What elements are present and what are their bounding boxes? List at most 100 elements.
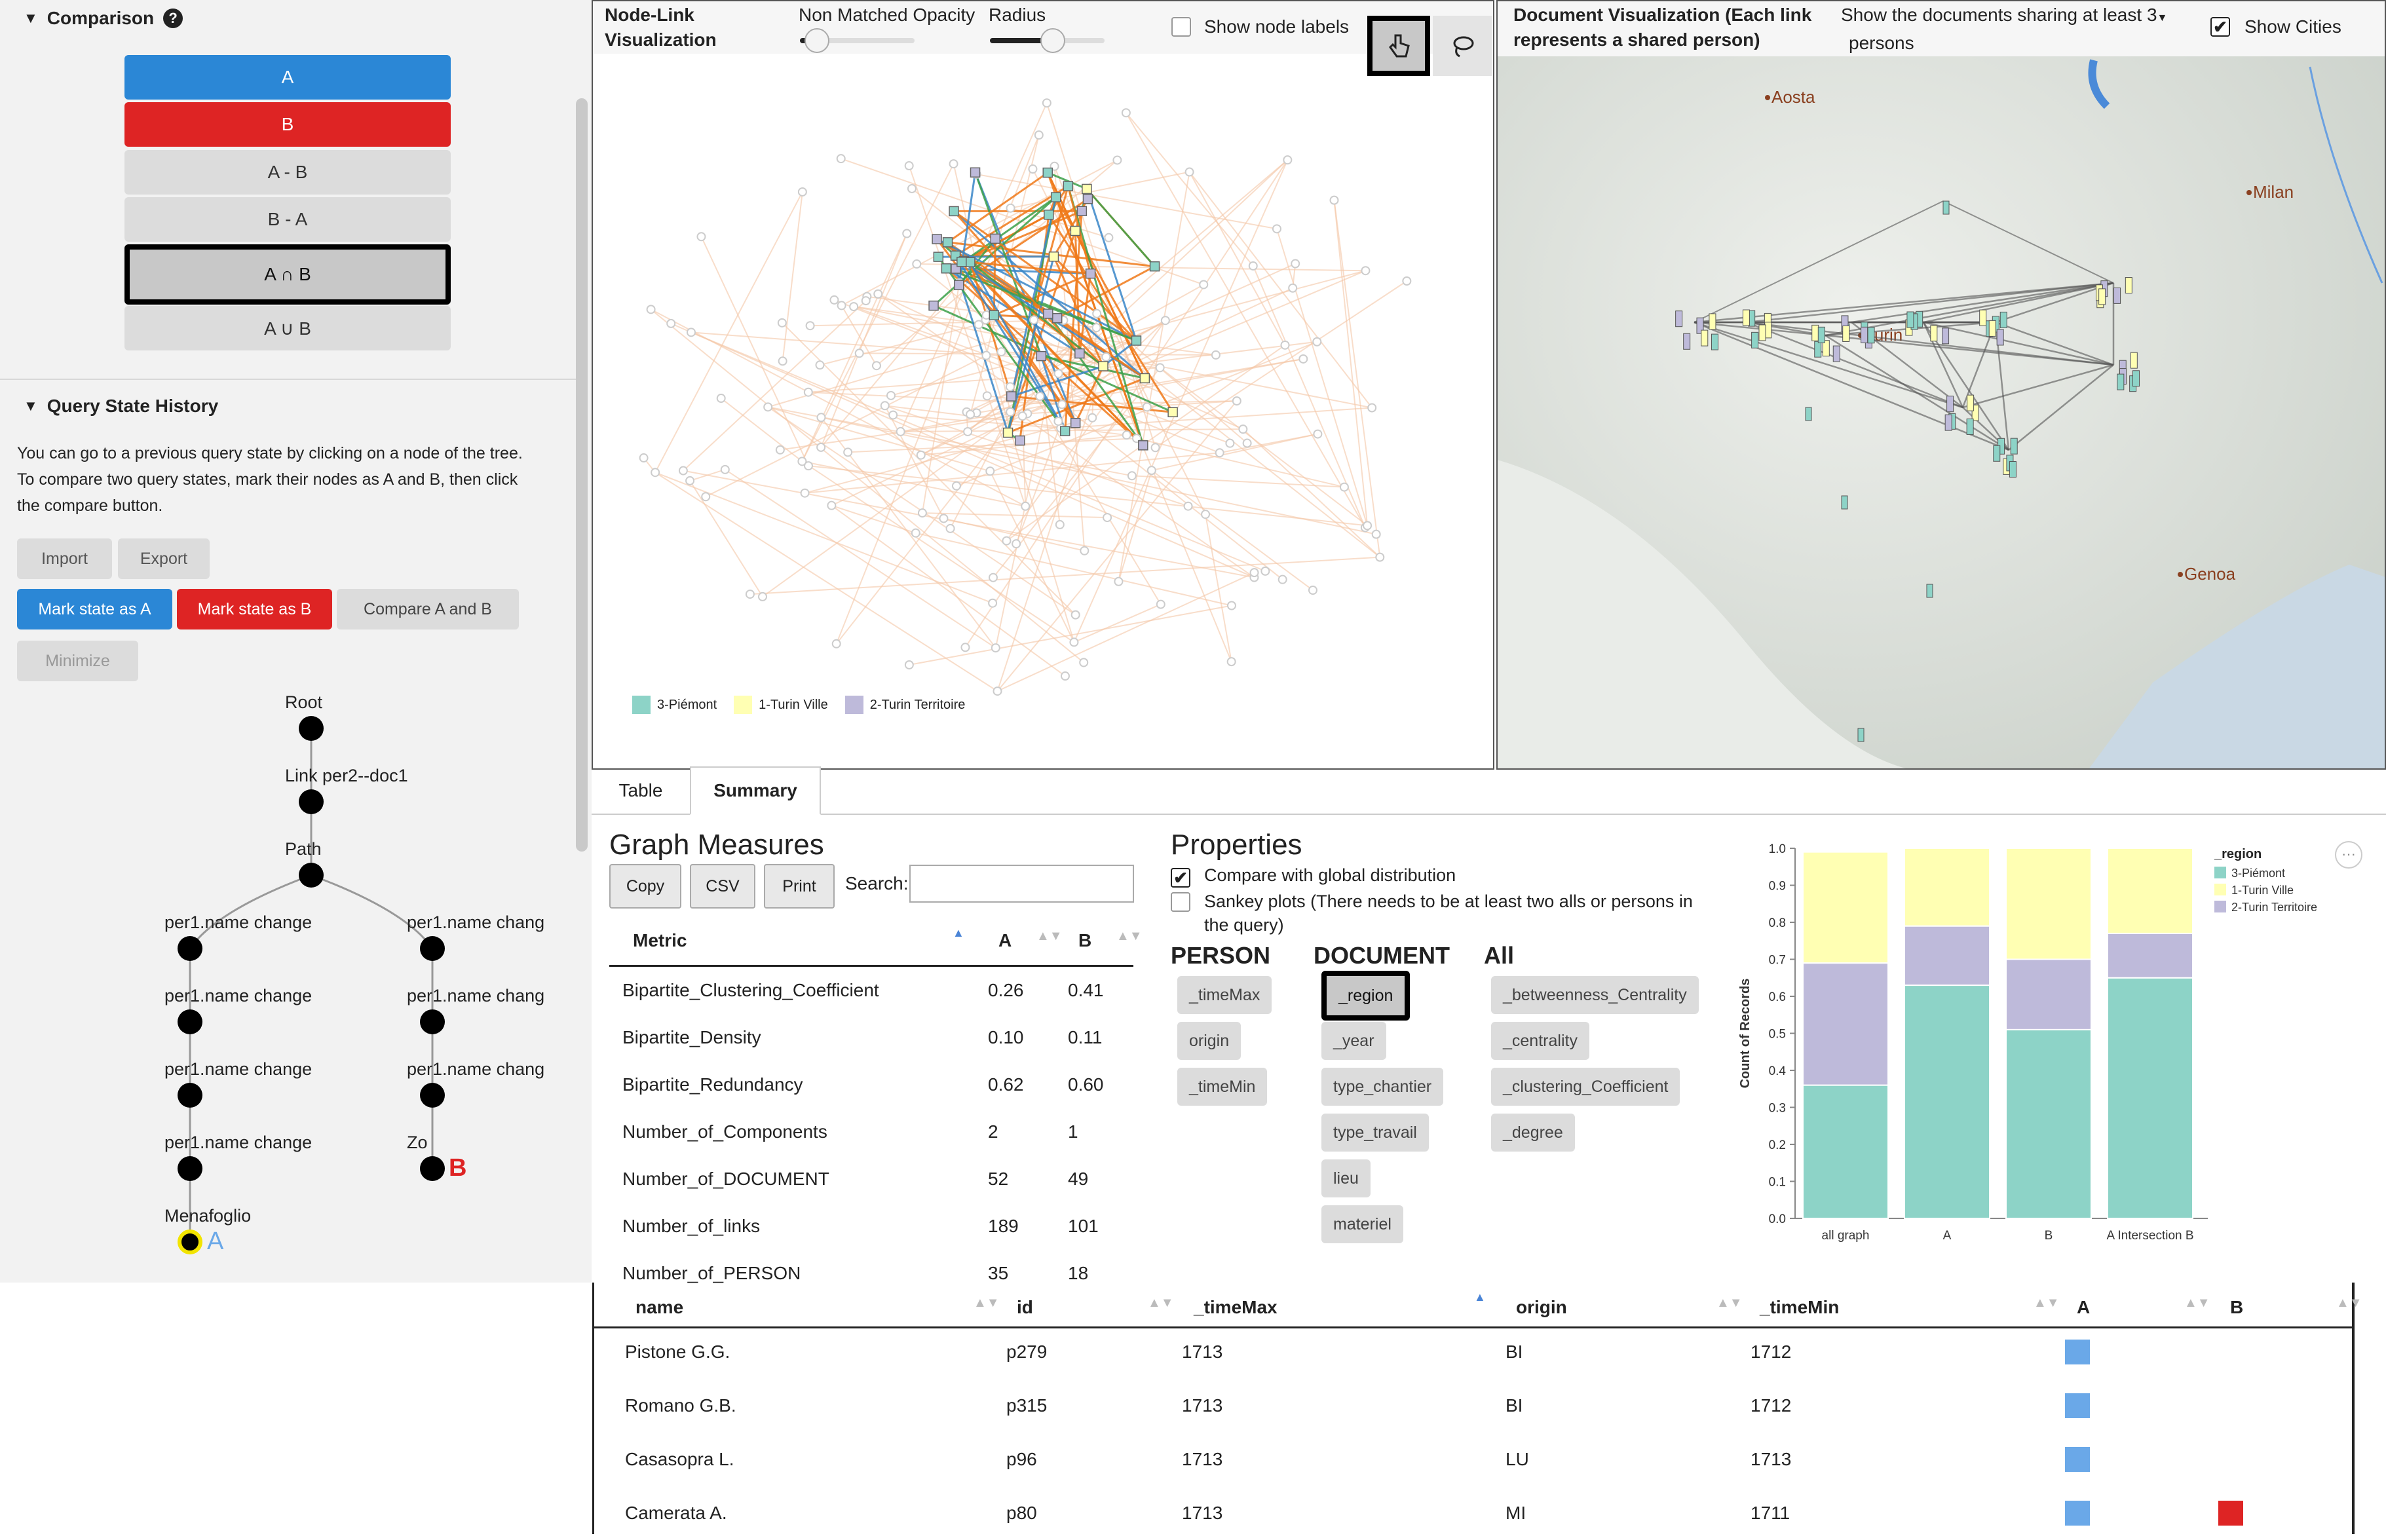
- marker-a-label: A: [207, 1228, 223, 1256]
- sankey-checkbox[interactable]: [1171, 892, 1190, 912]
- document-map[interactable]: AostaMilanTurinGenoa: [1498, 1, 2386, 770]
- col-a[interactable]: A: [2077, 1297, 2090, 1318]
- faded-node: [862, 297, 870, 305]
- show-labels-checkbox[interactable]: [1171, 17, 1191, 37]
- col-a[interactable]: A: [998, 930, 1012, 951]
- col-timemin[interactable]: _timeMin: [1760, 1297, 1839, 1318]
- sort-icon[interactable]: ▲▼: [1716, 1296, 1743, 1311]
- compare-union-button[interactable]: A ∪ B: [124, 306, 451, 350]
- col-name[interactable]: name: [635, 1297, 683, 1318]
- tree-node[interactable]: [420, 1009, 445, 1034]
- faded-node: [989, 599, 996, 607]
- mark-b-button[interactable]: Mark state as B: [177, 589, 332, 629]
- matched-node: [1139, 441, 1148, 450]
- import-button[interactable]: Import: [17, 538, 112, 579]
- tree-node[interactable]: [178, 1083, 202, 1108]
- table-row[interactable]: Casasopra L.p961713LU1713: [592, 1433, 2355, 1486]
- faded-node: [844, 448, 852, 456]
- tree-node-marked-b[interactable]: [420, 1156, 445, 1181]
- tree-node[interactable]: [420, 1083, 445, 1108]
- col-b[interactable]: B: [1078, 930, 1091, 951]
- sort-icon[interactable]: ▲▼: [974, 1296, 1000, 1311]
- minimize-button[interactable]: Minimize: [17, 641, 138, 681]
- property-document-chip[interactable]: type_travail: [1321, 1114, 1429, 1152]
- tree-node-marked-a[interactable]: [178, 1230, 202, 1254]
- comparison-header[interactable]: ▼ Comparison ?: [24, 8, 183, 29]
- property-document-chip[interactable]: materiel: [1321, 1205, 1403, 1243]
- sort-icon[interactable]: ▲▼: [1116, 929, 1143, 944]
- sort-icon[interactable]: ▲▼: [2336, 1296, 2362, 1311]
- sidebar-scrollbar[interactable]: [576, 98, 588, 852]
- city-dot: [2178, 572, 2183, 577]
- document-marker: [1967, 395, 1974, 411]
- sort-icon[interactable]: ▲▼: [1036, 929, 1063, 944]
- sharing-select[interactable]: 3: [2147, 5, 2157, 25]
- faded-node: [805, 462, 812, 470]
- faded-node: [1006, 383, 1014, 390]
- faded-node: [1061, 672, 1069, 680]
- compare-intersection-button[interactable]: A ∩ B: [124, 244, 451, 305]
- compare-a-minus-b-button[interactable]: A - B: [124, 150, 451, 195]
- search-input[interactable]: [909, 865, 1134, 903]
- property-document-chip[interactable]: _year: [1321, 1022, 1386, 1060]
- faded-edge: [848, 438, 1137, 452]
- export-button[interactable]: Export: [118, 538, 210, 579]
- compare-b-minus-a-button[interactable]: B - A: [124, 197, 451, 242]
- tab-summary[interactable]: Summary: [690, 766, 821, 815]
- csv-button[interactable]: CSV: [690, 864, 755, 909]
- faded-node: [1054, 417, 1062, 425]
- property-all-chip[interactable]: _centrality: [1491, 1022, 1589, 1060]
- print-button[interactable]: Print: [764, 864, 835, 909]
- tree-node-path[interactable]: [299, 863, 324, 888]
- sharing-threshold[interactable]: Show the documents sharing at least 3▼ p…: [1841, 3, 2195, 56]
- compare-a-button[interactable]: A: [124, 55, 451, 100]
- history-header[interactable]: ▼ Query State History: [24, 396, 218, 417]
- property-document-chip[interactable]: lieu: [1321, 1159, 1371, 1197]
- col-timemax[interactable]: _timeMax: [1194, 1297, 1278, 1318]
- copy-button[interactable]: Copy: [609, 864, 681, 909]
- table-row[interactable]: Camerata A.p801713MI1711: [592, 1486, 2355, 1540]
- radius-slider-knob[interactable]: [1040, 28, 1065, 53]
- col-origin[interactable]: origin: [1516, 1297, 1567, 1318]
- tree-node[interactable]: [178, 1156, 202, 1181]
- mark-a-button[interactable]: Mark state as A: [17, 589, 172, 629]
- faded-node: [1012, 540, 1020, 548]
- question-circle-icon[interactable]: ?: [163, 9, 183, 28]
- property-all-chip[interactable]: _degree: [1491, 1114, 1575, 1152]
- tree-node[interactable]: [420, 936, 445, 961]
- table-row[interactable]: Romano G.B.p3151713BI1712: [592, 1379, 2355, 1433]
- compare-global-checkbox[interactable]: ✔: [1171, 868, 1190, 888]
- cell-timemin: 1713: [1751, 1449, 1791, 1470]
- tab-table[interactable]: Table: [592, 766, 690, 815]
- compare-b-button[interactable]: B: [124, 102, 451, 147]
- tree-node-link[interactable]: [299, 789, 324, 814]
- property-document-chip[interactable]: _region: [1321, 971, 1410, 1021]
- faded-node: [1072, 611, 1080, 619]
- tree-node[interactable]: [178, 1009, 202, 1034]
- sort-asc-icon[interactable]: ▲: [953, 926, 964, 940]
- opacity-slider-knob[interactable]: [805, 28, 829, 53]
- faded-node: [647, 305, 655, 313]
- matched-node: [966, 257, 975, 267]
- compare-a-b-button[interactable]: Compare A and B: [337, 589, 519, 629]
- tree-node-root[interactable]: [299, 716, 324, 741]
- col-id[interactable]: id: [1017, 1297, 1033, 1318]
- property-document-chip[interactable]: type_chantier: [1321, 1068, 1443, 1106]
- faded-node: [817, 443, 825, 451]
- property-all-chip[interactable]: _betweenness_Centrality: [1491, 976, 1699, 1014]
- property-all-chip[interactable]: _clustering_Coefficient: [1491, 1068, 1680, 1106]
- property-person-chip[interactable]: _timeMax: [1177, 976, 1272, 1014]
- node-link-graph[interactable]: [593, 54, 1493, 768]
- property-person-chip[interactable]: origin: [1177, 1022, 1241, 1060]
- sort-icon[interactable]: ▲▼: [2034, 1296, 2060, 1311]
- col-metric[interactable]: Metric: [633, 930, 687, 951]
- col-b[interactable]: B: [2230, 1297, 2243, 1318]
- tree-node[interactable]: [178, 936, 202, 961]
- sort-icon[interactable]: ▲▼: [1148, 1296, 1174, 1311]
- table-row[interactable]: Pistone G.G.p2791713BI1712: [592, 1325, 2355, 1379]
- metric-name: Number_of_Components: [622, 1121, 827, 1142]
- show-cities-checkbox[interactable]: ✔: [2210, 17, 2230, 37]
- sort-icon[interactable]: ▲▼: [2184, 1296, 2210, 1311]
- sort-asc-icon[interactable]: ▲: [1474, 1290, 1486, 1304]
- property-person-chip[interactable]: _timeMin: [1177, 1068, 1267, 1106]
